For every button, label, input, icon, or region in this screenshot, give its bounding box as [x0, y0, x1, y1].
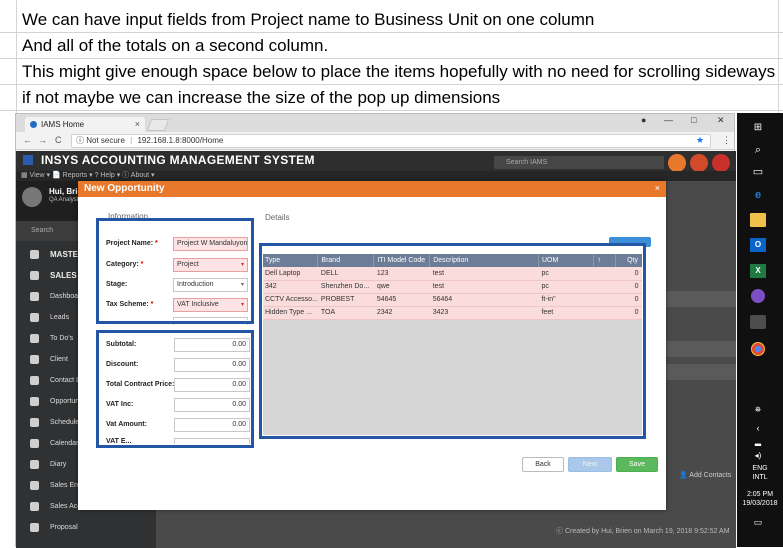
tab-bar: IAMS Home × ● — □ ✕ — [16, 114, 734, 132]
language-indicator[interactable]: ENG INTL — [737, 464, 783, 482]
windows-taskbar: ⊞ ⌕ ▭ e O X ⛯ ‹ ▂ ◂) ENG INTL 2:05 PM 19… — [737, 113, 783, 547]
contact-card-icon — [30, 376, 39, 385]
modal-header: New Opportunity × — [78, 181, 666, 197]
maximize-button[interactable]: □ — [691, 115, 696, 125]
edge-browser-icon[interactable]: e — [750, 188, 766, 202]
viber-icon[interactable] — [751, 289, 765, 303]
note-line-1[interactable]: We can have input fields from Project na… — [0, 7, 783, 33]
bookmark-star-icon[interactable]: ★ — [696, 135, 704, 146]
info-icon[interactable]: ⓘ — [76, 136, 84, 145]
minimize-button[interactable]: — — [664, 115, 673, 125]
app-search-input[interactable]: Search IAMS — [494, 156, 664, 169]
notifications-center-icon[interactable]: ▭ — [750, 515, 766, 529]
search-icon[interactable]: ⌕ — [750, 143, 766, 157]
outlook-icon[interactable]: O — [750, 238, 766, 252]
folder-icon — [30, 271, 39, 280]
users-icon — [30, 397, 39, 406]
app-title: INSYS ACCOUNTING MANAGEMENT SYSTEM — [41, 153, 315, 167]
security-label: Not secure — [86, 136, 125, 145]
note-line-3[interactable]: This might give enough space below to pl… — [0, 59, 783, 85]
task-view-icon[interactable]: ▭ — [750, 165, 766, 179]
url-field[interactable]: ⓘ Not secure | 192.168.1.8:8000/Home — [71, 134, 711, 148]
chrome-icon[interactable] — [751, 342, 765, 356]
save-button[interactable]: Save — [616, 457, 658, 472]
hamburger-icon[interactable] — [23, 155, 33, 165]
tab-close-icon[interactable]: × — [135, 117, 140, 132]
next-button[interactable]: Next — [568, 457, 612, 472]
note-line-4[interactable]: if not maybe we can increase the size of… — [0, 85, 783, 111]
forward-arrow-icon[interactable]: → — [38, 135, 47, 145]
note-line-2[interactable]: And all of the totals on a second column… — [0, 33, 783, 59]
users-icon — [30, 481, 39, 490]
close-window-button[interactable]: ✕ — [717, 115, 725, 126]
chart-icon — [30, 292, 39, 301]
sidebar-item-proposal[interactable]: Proposal — [16, 517, 156, 538]
tab-title: IAMS Home — [41, 120, 85, 129]
messages-icon[interactable] — [690, 154, 708, 172]
document-icon — [30, 523, 39, 532]
annotation-frame-fields — [96, 218, 254, 324]
calendar-icon — [30, 439, 39, 448]
back-arrow-icon[interactable]: ← — [23, 135, 32, 145]
favicon-icon — [30, 121, 37, 128]
calendar-icon — [30, 418, 39, 427]
notifications-icon[interactable] — [668, 154, 686, 172]
users-icon — [30, 502, 39, 511]
app-menu-bar[interactable]: ▦ View ▾ 📄 Reports ▾ ? Help ▾ ⓘ About ▾ — [16, 171, 736, 181]
folder-icon — [30, 250, 39, 259]
new-tab-button[interactable] — [146, 119, 170, 131]
details-section-title: Details — [265, 213, 290, 222]
avatar[interactable] — [22, 187, 42, 207]
close-icon[interactable]: × — [655, 183, 660, 193]
leads-icon — [30, 313, 39, 322]
people-icon[interactable]: ⛯ — [750, 403, 766, 417]
pencil-icon — [30, 334, 39, 343]
browser-tab[interactable]: IAMS Home × — [25, 117, 145, 132]
annotation-frame-items — [259, 243, 646, 439]
excel-icon[interactable]: X — [750, 264, 766, 278]
annotation-frame-totals — [96, 330, 254, 448]
account-icon[interactable]: ● — [641, 115, 646, 125]
network-icon[interactable]: ▂ — [750, 435, 766, 449]
file-explorer-icon[interactable] — [750, 213, 766, 227]
windows-start-icon[interactable]: ⊞ — [750, 121, 766, 135]
volume-icon[interactable]: ◂) — [750, 449, 766, 463]
book-icon — [30, 460, 39, 469]
add-contacts-link[interactable]: 👤 Add Contacts — [679, 471, 731, 479]
user-icon — [30, 355, 39, 364]
modal-title: New Opportunity — [84, 183, 165, 194]
back-button[interactable]: Back — [522, 457, 564, 472]
created-by-text: ⓒ Created by Hui, Brien on March 19, 201… — [556, 528, 730, 535]
url-text: 192.168.1.8:8000/Home — [137, 136, 224, 145]
reload-icon[interactable]: C — [55, 135, 62, 145]
menu-dots-icon[interactable]: ⋮ — [722, 135, 731, 146]
user-role: QA Analyst — [49, 197, 79, 203]
chevron-up-icon[interactable]: ‹ — [750, 421, 766, 435]
address-bar-row: ← → C ⓘ Not secure | 192.168.1.8:8000/Ho… — [16, 132, 734, 150]
new-opportunity-modal: New Opportunity × Information Details Pr… — [78, 181, 666, 510]
notes-sheet: We can have input fields from Project na… — [0, 0, 783, 113]
settings-icon[interactable] — [712, 154, 730, 172]
clock[interactable]: 2:05 PM 19/03/2018 — [737, 490, 783, 508]
app-icon[interactable] — [750, 315, 766, 329]
app-header: INSYS ACCOUNTING MANAGEMENT SYSTEM Searc… — [16, 151, 736, 172]
